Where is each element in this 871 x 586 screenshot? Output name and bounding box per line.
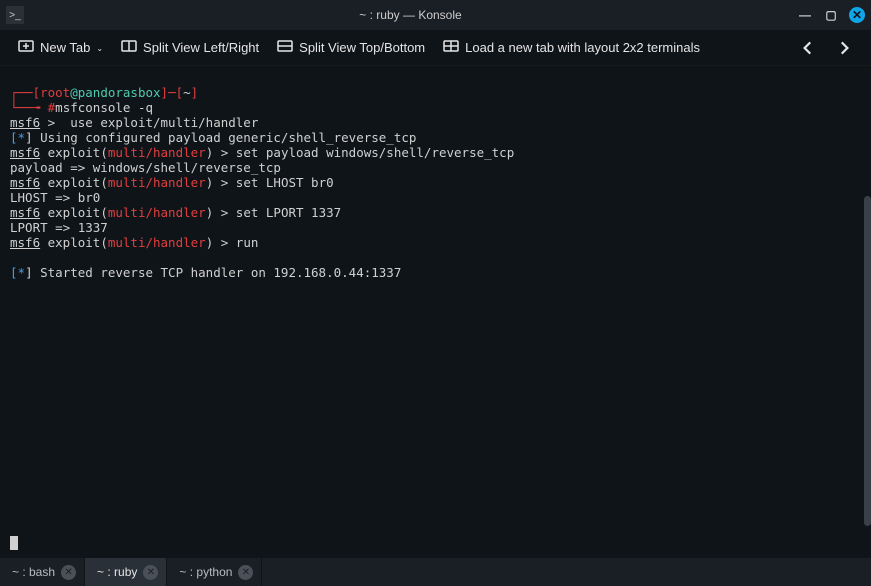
layout-2x2-button[interactable]: Load a new tab with layout 2x2 terminals	[443, 38, 700, 57]
cmd-text: ) > run	[206, 235, 259, 250]
msf-prompt: msf6	[10, 235, 40, 250]
grid-icon	[443, 38, 459, 57]
split-top-bottom-button[interactable]: Split View Top/Bottom	[277, 38, 425, 57]
new-tab-button[interactable]: New Tab ⌄	[18, 38, 103, 57]
prompt-arrow: └──╼	[10, 100, 48, 115]
chevron-down-icon[interactable]: ⌄	[96, 44, 103, 53]
output-text: LHOST => br0	[10, 190, 100, 205]
tab-label: ~ : bash	[12, 565, 55, 579]
prompt-cmd: msfconsole -q	[55, 100, 153, 115]
cmd-text: ) > set LPORT 1337	[206, 205, 341, 220]
nav-back-button[interactable]	[799, 39, 817, 57]
star: *	[18, 265, 26, 280]
module-name: multi/handler	[108, 235, 206, 250]
tab-ruby[interactable]: ~ : ruby ✕	[85, 558, 167, 586]
bracket: [	[10, 265, 18, 280]
info-text: ] Started reverse TCP handler on 192.168…	[25, 265, 401, 280]
cmd-text: ) > set payload windows/shell/reverse_tc…	[206, 145, 515, 160]
close-icon[interactable]: ✕	[143, 565, 158, 580]
tab-bar: ~ : bash ✕ ~ : ruby ✕ ~ : python ✕	[0, 558, 871, 586]
terminal-output[interactable]: ┌──[root@pandorasbox]─[~] └──╼ #msfconso…	[0, 66, 871, 558]
output-text: payload => windows/shell/reverse_tcp	[10, 160, 281, 175]
prompt-host: pandorasbox	[78, 85, 161, 100]
module-name: multi/handler	[108, 145, 206, 160]
t: >	[40, 115, 63, 130]
msf-prompt: msf6	[10, 145, 40, 160]
t: exploit(	[40, 205, 108, 220]
module-name: multi/handler	[108, 175, 206, 190]
prompt-sep: ]─[	[161, 85, 184, 100]
split-tb-icon	[277, 38, 293, 57]
msf-prompt: msf6	[10, 205, 40, 220]
window-title: ~ : ruby — Konsole	[24, 8, 797, 22]
scrollbar[interactable]	[864, 196, 871, 526]
tab-bash[interactable]: ~ : bash ✕	[0, 558, 85, 586]
prompt-cwd: ~	[183, 85, 191, 100]
layout-2x2-label: Load a new tab with layout 2x2 terminals	[465, 40, 700, 55]
tab-label: ~ : ruby	[97, 565, 137, 579]
tab-python[interactable]: ~ : python ✕	[167, 558, 262, 586]
prompt-bracket: ┌──[	[10, 85, 40, 100]
toolbar: New Tab ⌄ Split View Left/Right Split Vi…	[0, 30, 871, 66]
cmd-text: ) > set LHOST br0	[206, 175, 334, 190]
prompt-close: ]	[191, 85, 199, 100]
cursor	[10, 536, 18, 550]
info-text: ] Using configured payload generic/shell…	[25, 130, 416, 145]
cmd-text: use exploit/multi/handler	[63, 115, 259, 130]
t: exploit(	[40, 175, 108, 190]
new-tab-label: New Tab	[40, 40, 90, 55]
close-button[interactable]: ✕	[849, 7, 865, 23]
t: exploit(	[40, 235, 108, 250]
app-icon: >_	[6, 6, 24, 24]
msf-prompt: msf6	[10, 115, 40, 130]
t: exploit(	[40, 145, 108, 160]
split-lr-icon	[121, 38, 137, 57]
maximize-button[interactable]: ▢	[823, 7, 839, 23]
split-left-right-button[interactable]: Split View Left/Right	[121, 38, 259, 57]
prompt-at: @	[70, 85, 78, 100]
split-tb-label: Split View Top/Bottom	[299, 40, 425, 55]
bracket: [	[10, 130, 18, 145]
titlebar: >_ ~ : ruby — Konsole — ▢ ✕	[0, 0, 871, 30]
msf-prompt: msf6	[10, 175, 40, 190]
output-text: LPORT => 1337	[10, 220, 108, 235]
close-icon[interactable]: ✕	[238, 565, 253, 580]
minimize-button[interactable]: —	[797, 7, 813, 23]
tab-label: ~ : python	[179, 565, 232, 579]
prompt-user: root	[40, 85, 70, 100]
star: *	[18, 130, 26, 145]
new-tab-icon	[18, 38, 34, 57]
module-name: multi/handler	[108, 205, 206, 220]
split-lr-label: Split View Left/Right	[143, 40, 259, 55]
close-icon[interactable]: ✕	[61, 565, 76, 580]
nav-forward-button[interactable]	[835, 39, 853, 57]
